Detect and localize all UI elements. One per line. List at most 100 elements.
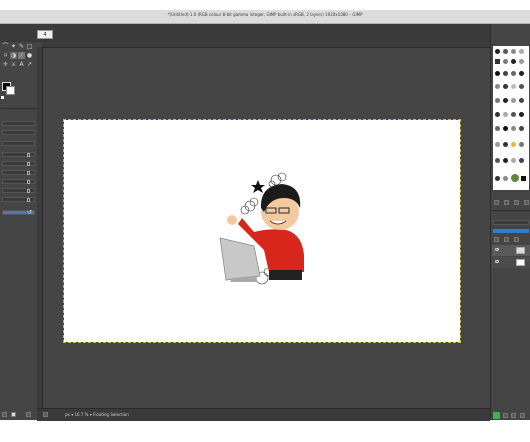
brush-item[interactable] — [495, 158, 500, 163]
brush-item[interactable] — [511, 84, 516, 89]
chain-icon[interactable] — [27, 171, 30, 175]
brush-item[interactable] — [495, 98, 500, 103]
default-colors-icon[interactable] — [1, 96, 4, 99]
mode-select[interactable] — [2, 121, 35, 126]
new-brush-icon[interactable] — [504, 200, 509, 205]
brush-item[interactable] — [503, 112, 508, 117]
text-tool-icon[interactable]: A — [18, 61, 25, 68]
brushes-grid[interactable] — [493, 46, 529, 190]
brush-item[interactable] — [503, 142, 508, 147]
brush-item[interactable] — [495, 176, 500, 181]
fuzzy-select-icon[interactable]: ✦ — [10, 43, 17, 50]
reset-icon[interactable]: ↺ — [26, 209, 33, 216]
brush-item[interactable] — [495, 71, 500, 76]
move-tool-icon[interactable]: ✛ — [2, 61, 9, 68]
layer-thumbnail[interactable] — [516, 247, 525, 254]
zoom-select[interactable]: 16.7 % — [74, 412, 88, 417]
chain-icon[interactable] — [27, 198, 30, 202]
lock-alpha-icon[interactable] — [514, 237, 519, 242]
spacing-field[interactable] — [2, 179, 35, 184]
raise-layer-icon[interactable] — [503, 413, 508, 418]
brush-item[interactable] — [511, 71, 516, 76]
path-tool-icon[interactable]: ⚔ — [10, 61, 17, 68]
brush-item[interactable] — [495, 142, 500, 147]
brush-item[interactable] — [511, 158, 516, 163]
opacity-field[interactable] — [2, 130, 35, 135]
brush-item[interactable] — [503, 158, 508, 163]
rect-select-icon[interactable]: □ — [26, 43, 33, 50]
brush-item[interactable] — [519, 84, 524, 89]
brush-item[interactable] — [503, 59, 508, 64]
brush-item[interactable] — [503, 176, 508, 181]
airbrush-tool-icon[interactable]: ⁄ — [18, 52, 25, 59]
brush-item[interactable] — [495, 49, 500, 54]
brush-item[interactable] — [511, 59, 516, 64]
background-color-swatch[interactable] — [6, 86, 15, 95]
aspect-field[interactable] — [2, 161, 35, 166]
color-picker-icon[interactable]: ↗ — [26, 61, 33, 68]
brush-item[interactable] — [511, 126, 516, 131]
brush-item[interactable] — [511, 98, 516, 103]
brush-item[interactable] — [519, 49, 524, 54]
lasso-tool-icon[interactable]: ⌒ — [2, 43, 9, 50]
duplicate-brush-icon[interactable] — [514, 200, 519, 205]
brush-item[interactable] — [519, 142, 524, 147]
chain-icon[interactable] — [27, 162, 30, 166]
brush-item[interactable] — [519, 59, 524, 64]
crop-tool-icon[interactable]: ⌑ — [2, 52, 9, 59]
new-layer-icon[interactable] — [493, 412, 500, 419]
brush-item[interactable] — [511, 142, 516, 147]
brush-item[interactable] — [495, 59, 500, 64]
chain-icon[interactable] — [27, 180, 30, 184]
edit-brush-icon[interactable] — [494, 200, 499, 205]
size-field[interactable] — [2, 152, 35, 157]
brush-item[interactable] — [495, 126, 500, 131]
delete-preset-icon[interactable] — [26, 412, 31, 417]
image-canvas[interactable] — [63, 119, 461, 343]
brush-item[interactable] — [511, 174, 519, 182]
brush-item[interactable] — [503, 49, 508, 54]
unit-select[interactable]: px — [65, 412, 70, 417]
brush-item[interactable] — [519, 112, 524, 117]
brush-item[interactable] — [503, 98, 508, 103]
force-field[interactable] — [2, 197, 35, 202]
angle-field[interactable] — [2, 170, 35, 175]
layer-row[interactable] — [492, 245, 530, 256]
image-tab[interactable]: 4 — [37, 30, 53, 39]
navigate-icon[interactable] — [43, 412, 48, 417]
restore-preset-icon[interactable] — [11, 412, 16, 417]
lower-layer-icon[interactable] — [511, 413, 516, 418]
brush-item[interactable] — [511, 49, 516, 54]
vertical-ruler[interactable] — [37, 47, 43, 408]
pencil-tool-icon[interactable]: ✎ — [18, 43, 25, 50]
lock-pixels-icon[interactable] — [494, 237, 499, 242]
visibility-eye-icon[interactable] — [495, 248, 499, 251]
layer-thumbnail[interactable] — [516, 259, 525, 266]
brush-item[interactable] — [503, 126, 508, 131]
save-tool-preset-icon[interactable] — [2, 412, 7, 417]
lock-position-icon[interactable] — [504, 237, 509, 242]
brush-item[interactable] — [511, 112, 516, 117]
layer-row[interactable] — [492, 257, 530, 268]
brush-item[interactable] — [519, 158, 524, 163]
brush-item[interactable] — [519, 126, 524, 131]
visibility-eye-icon[interactable] — [495, 260, 499, 263]
layer-opacity-slider[interactable] — [493, 229, 529, 233]
chain-icon[interactable] — [27, 189, 30, 193]
chain-icon[interactable] — [27, 153, 30, 157]
brush-item[interactable] — [521, 176, 526, 181]
layer-mode-select[interactable] — [493, 220, 529, 225]
horizontal-ruler[interactable] — [42, 42, 490, 48]
clone-tool-icon[interactable]: ● — [26, 52, 33, 59]
hardness-field[interactable] — [2, 188, 35, 193]
delete-brush-icon[interactable] — [524, 200, 529, 205]
brush-select[interactable] — [2, 141, 35, 146]
delete-layer-icon[interactable] — [520, 413, 525, 418]
brush-item[interactable] — [503, 84, 508, 89]
brush-item[interactable] — [519, 71, 524, 76]
brush-item[interactable] — [495, 84, 500, 89]
brush-item[interactable] — [495, 112, 500, 117]
brush-item[interactable] — [503, 71, 508, 76]
brush-item[interactable] — [519, 98, 524, 103]
paint-tool-icon[interactable]: ◑ — [10, 52, 17, 59]
